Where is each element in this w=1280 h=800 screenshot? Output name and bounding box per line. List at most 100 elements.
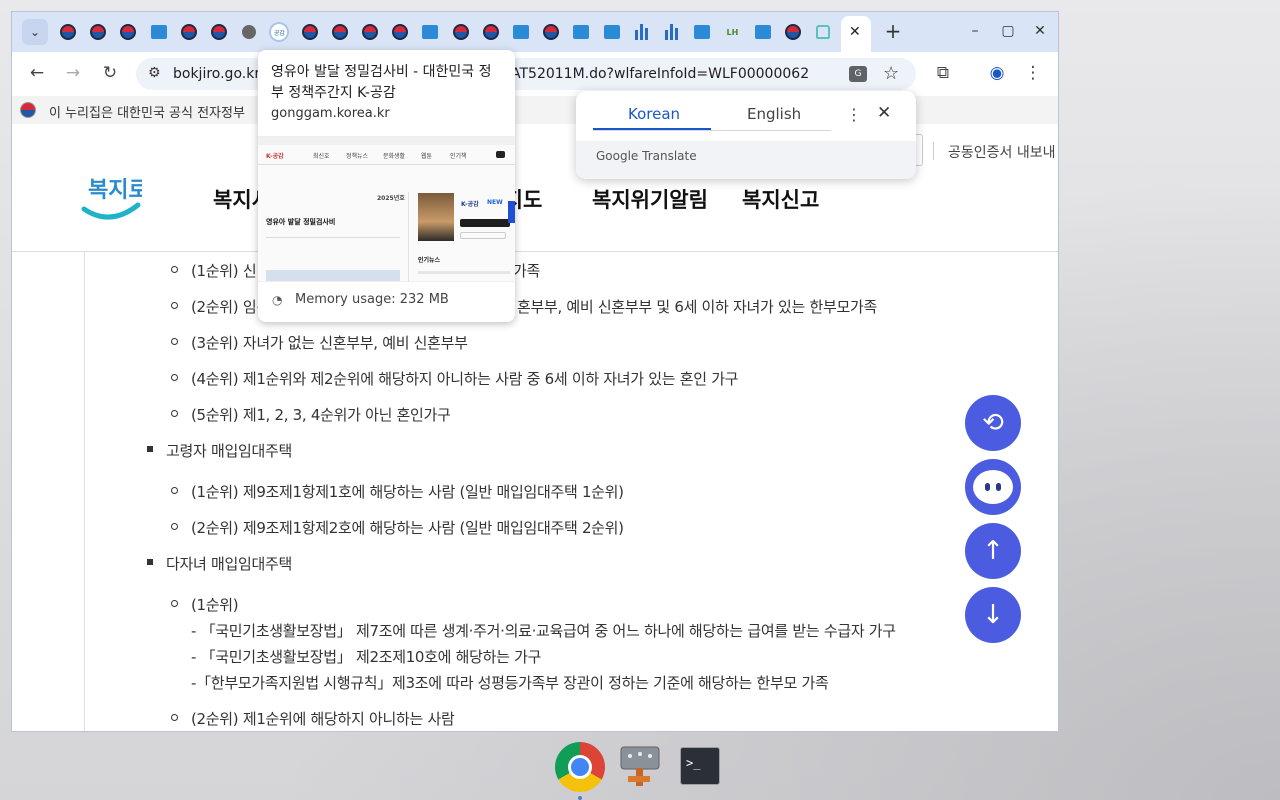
window-close-icon[interactable]: ✕ <box>1030 23 1050 39</box>
browser-tab[interactable] <box>86 20 110 44</box>
browser-tab[interactable] <box>418 20 442 44</box>
list-item-tail: 혼부부, 예비 신혼부부 및 6세 이하 자녀가 있는 한부모가족 <box>517 298 877 316</box>
thumb-nav-item: 최신호 <box>313 153 330 160</box>
hover-card-domain: gonggam.korea.kr <box>271 106 390 121</box>
reload-icon[interactable]: ↻ <box>99 63 121 83</box>
bullet-circle <box>171 487 178 494</box>
gov-emblem-icon <box>301 24 318 40</box>
url-path: AT52011M.do?wlfareInfoId=WLF00000062 <box>511 66 810 82</box>
tab-search-button[interactable]: ⌄ <box>22 19 48 45</box>
browser-tab[interactable] <box>600 20 624 44</box>
browser-tab[interactable] <box>177 20 201 44</box>
divider <box>933 142 934 160</box>
menu-icon[interactable]: ⋮ <box>1022 63 1044 83</box>
list-item: (1순위) <box>191 596 239 614</box>
gov-emblem-icon <box>784 24 801 40</box>
maximize-icon[interactable]: ▢ <box>998 23 1018 39</box>
text-editor-dock-icon[interactable] <box>620 746 660 788</box>
active-tab[interactable]: ✕ <box>841 16 871 52</box>
hover-card-title: 영유아 발달 정밀검사비 - 대한민국 정부 정책주간지 K-공감 <box>271 64 492 101</box>
active-tab-indicator <box>593 128 711 130</box>
browser-tab[interactable] <box>630 20 654 44</box>
minimize-icon[interactable]: – <box>965 23 985 39</box>
scroll-top-button[interactable]: ↑ <box>965 523 1021 579</box>
browser-tab[interactable] <box>751 20 775 44</box>
site-info-icon[interactable]: ⚙ <box>148 65 161 81</box>
browser-tab[interactable] <box>116 20 140 44</box>
url-host: bokjiro.go.kr <box>173 66 261 82</box>
new-tab-button[interactable]: + <box>882 21 904 43</box>
browser-tab[interactable] <box>660 20 684 44</box>
chatbot-button[interactable] <box>965 459 1021 515</box>
section-heading: 고령자 매입임대주택 <box>166 442 292 460</box>
browser-tab[interactable] <box>509 20 533 44</box>
close-icon[interactable]: ✕ <box>849 24 861 40</box>
thumb-date-label: 2025년호 <box>377 195 405 202</box>
google-translate-brand: Google Translate <box>596 149 697 163</box>
site-favicon-icon <box>754 25 771 39</box>
tab-strip: ⌄ 공감 LH ✕ + – ▢ ✕ <box>12 12 1058 52</box>
gov-emblem-icon <box>120 24 137 40</box>
bullet-circle <box>171 374 178 381</box>
tab-hover-card: 영유아 발달 정밀검사비 - 대한민국 정부 정책주간지 K-공감 gongga… <box>258 50 515 322</box>
list-subitem: - 「국민기초생활보장법」 제7조에 따른 생계·주거·의료·교육급여 중 어느… <box>191 622 896 640</box>
arrow-up-icon: ↑ <box>982 536 1004 566</box>
translate-icon[interactable]: G <box>849 66 867 82</box>
site-logo[interactable]: 복지로 <box>80 169 149 229</box>
cert-export-link[interactable]: 공동인증서 내보내 <box>948 142 1056 162</box>
thumb-popular: 인기뉴스 <box>418 257 441 264</box>
browser-tab[interactable]: LH <box>720 20 744 44</box>
bokjiro-logo-icon: 복지로 <box>81 178 149 220</box>
list-item: (5순위) 제1, 2, 3, 4순위가 아닌 혼인가구 <box>191 406 451 424</box>
bullet-circle <box>171 714 178 721</box>
browser-tab[interactable] <box>479 20 503 44</box>
back-icon[interactable]: ← <box>26 63 48 83</box>
extensions-icon[interactable]: ⧉ <box>932 63 954 83</box>
bookmark-star-icon[interactable]: ☆ <box>883 63 899 84</box>
browser-toolbar: ← → ↻ ⚙ bokjiro.go.kr AT52011M.do?wlfare… <box>12 52 1058 96</box>
browser-tab[interactable] <box>449 20 473 44</box>
tab-english[interactable]: English <box>747 105 801 123</box>
close-icon[interactable]: ✕ <box>877 103 891 123</box>
gov-emblem-icon <box>60 24 76 40</box>
building-icon <box>634 24 649 40</box>
gov-emblem-icon <box>331 24 348 40</box>
browser-tab[interactable] <box>781 20 805 44</box>
chrome-dock-icon[interactable] <box>555 742 605 792</box>
bullet-circle <box>171 302 178 309</box>
recent-history-button[interactable]: ⟲ <box>965 395 1021 451</box>
list-item-tail: 가족 <box>513 262 541 280</box>
bullet-circle <box>171 410 178 417</box>
thumb-nav-item: 인기책 <box>450 153 467 160</box>
address-bar[interactable]: ⚙ bokjiro.go.kr AT52011M.do?wlfareInfoId… <box>136 58 916 90</box>
browser-tab[interactable] <box>328 20 352 44</box>
browser-tab[interactable] <box>298 20 322 44</box>
browser-tab[interactable] <box>358 20 382 44</box>
profile-icon[interactable]: ◉ <box>986 63 1008 83</box>
list-item: (4순위) 제1순위와 제2순위에 해당하지 아니하는 사람 중 6세 이하 자… <box>191 370 739 388</box>
bullet-circle <box>171 338 178 345</box>
browser-tab[interactable] <box>147 20 171 44</box>
browser-tab[interactable] <box>569 20 593 44</box>
thumb-article-title: 영유아 발달 정밀검사비 <box>266 218 336 226</box>
browser-tab[interactable] <box>237 20 261 44</box>
nav-welfare-report[interactable]: 복지신고 <box>742 184 819 214</box>
thumb-side-badge: NEW <box>487 199 503 206</box>
nav-welfare-alert[interactable]: 복지위기알림 <box>592 184 708 214</box>
browser-tab[interactable] <box>207 20 231 44</box>
scroll-bottom-button[interactable]: ↓ <box>965 587 1021 643</box>
eligibility-list: (1순위) 신 가족 (2순위) 임신 혼부부, 예비 신혼부부 및 6세 이하… <box>84 252 1058 731</box>
terminal-dock-icon[interactable]: >_ <box>680 747 720 785</box>
browser-tab[interactable] <box>811 20 835 44</box>
browser-tab[interactable] <box>539 20 563 44</box>
forward-icon[interactable]: → <box>62 63 84 83</box>
browser-tab[interactable] <box>690 20 714 44</box>
browser-tab[interactable] <box>56 20 80 44</box>
browser-tab[interactable] <box>388 20 412 44</box>
terminal-prompt: >_ <box>686 756 701 770</box>
more-options-icon[interactable]: ⋮ <box>846 105 862 124</box>
bullet-circle <box>171 600 178 607</box>
list-item: (1순위) 제9조제1항제1호에 해당하는 사람 (일반 매입임대주택 1순위) <box>191 483 624 501</box>
tab-korean[interactable]: Korean <box>628 105 680 123</box>
gov-emblem-icon <box>543 24 560 40</box>
